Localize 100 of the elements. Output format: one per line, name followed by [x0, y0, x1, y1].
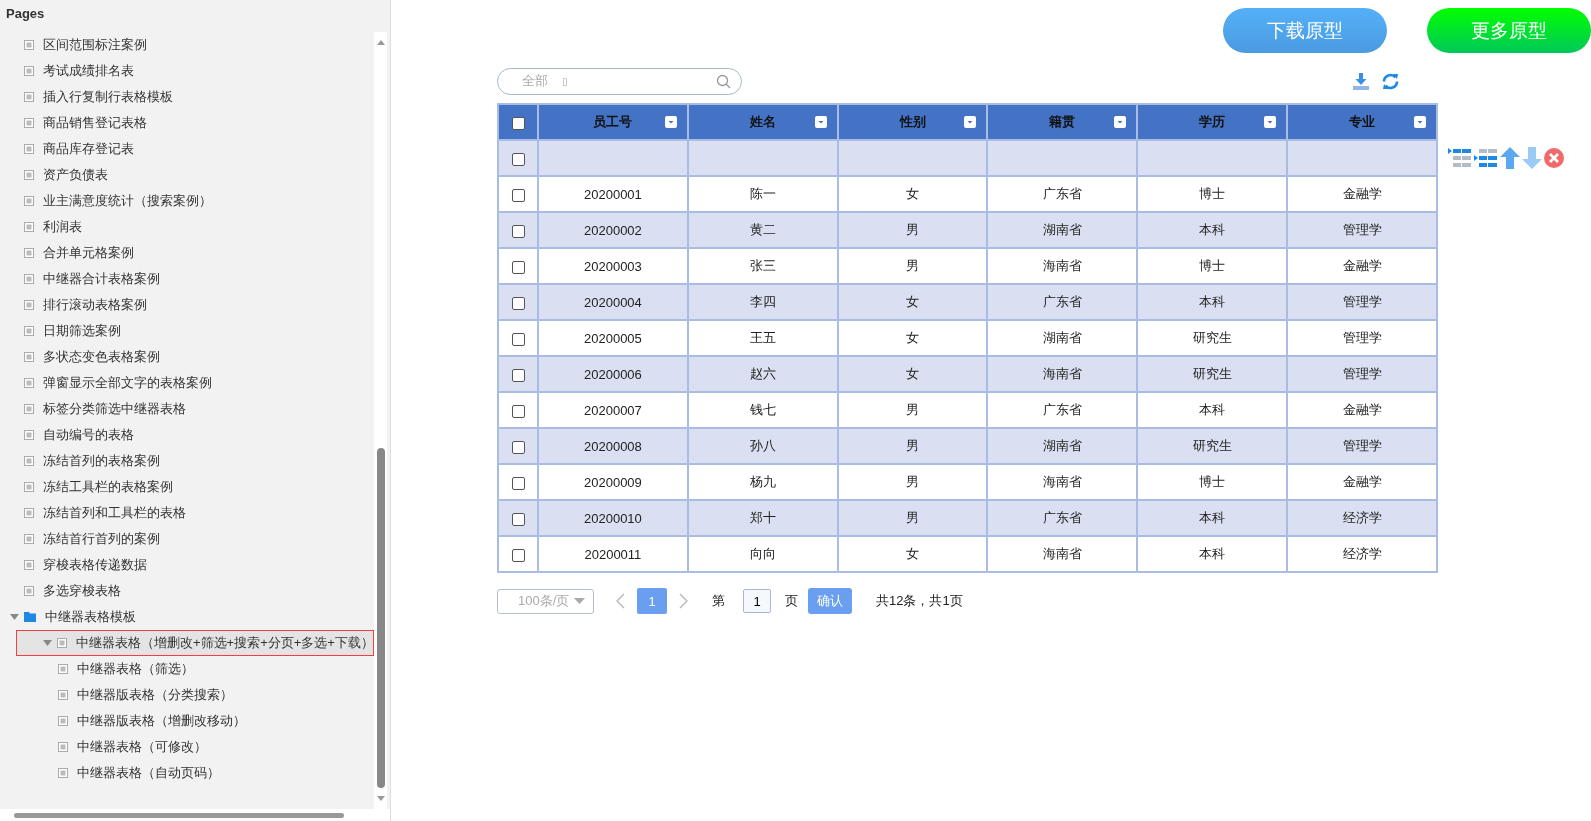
filter-cell[interactable]	[1137, 140, 1288, 176]
checkbox[interactable]	[511, 368, 525, 382]
filter-dropdown-icon[interactable]	[814, 116, 827, 128]
column-header[interactable]: 姓名	[687, 104, 838, 140]
tree-item[interactable]: 排行滚动表格案例	[0, 292, 374, 318]
refresh-icon[interactable]	[1381, 71, 1400, 91]
table-cell: 海南省	[987, 356, 1138, 392]
filter-dropdown-icon[interactable]	[1264, 116, 1277, 128]
filter-cell[interactable]	[1287, 140, 1437, 176]
checkbox[interactable]	[511, 260, 525, 274]
column-header[interactable]: 专业	[1287, 104, 1437, 140]
tree-item[interactable]: 中继器合计表格案例	[0, 266, 374, 292]
table-cell: 金融学	[1287, 176, 1437, 212]
table-cell: 男	[837, 392, 988, 428]
tree-item[interactable]: 插入行复制行表格模板	[0, 84, 374, 110]
checkbox[interactable]	[511, 512, 525, 526]
tree-item[interactable]: 冻结首列的表格案例	[0, 448, 374, 474]
table-cell: 湖南省	[987, 428, 1138, 464]
table-cell: 20200002	[538, 212, 688, 248]
scrollbar[interactable]	[374, 32, 387, 809]
arrow-up-icon[interactable]	[1500, 147, 1520, 169]
scroll-down-icon[interactable]	[376, 796, 385, 801]
filter-cell[interactable]	[538, 140, 688, 176]
insert-row-above-icon[interactable]	[1448, 148, 1472, 168]
table-cell: 研究生	[1137, 356, 1288, 392]
column-header[interactable]: 性别	[837, 104, 988, 140]
tree-item[interactable]: 标签分类筛选中继器表格	[0, 396, 374, 422]
table-cell: 王五	[687, 320, 838, 356]
column-header[interactable]: 学历	[1137, 104, 1288, 140]
page-icon	[24, 456, 34, 466]
scrollbar[interactable]	[0, 809, 390, 821]
filter-cell[interactable]	[837, 140, 988, 176]
page-icon	[24, 118, 34, 128]
page-icon	[24, 326, 34, 336]
tree-item[interactable]: 中继器版表格（分类搜索）	[0, 682, 374, 708]
search-icon[interactable]	[716, 73, 731, 89]
tree-item[interactable]: 穿梭表格传递数据	[0, 552, 374, 578]
page-icon	[58, 742, 68, 752]
tree-item[interactable]: 多选穿梭表格	[0, 578, 374, 604]
checkbox[interactable]	[511, 332, 525, 346]
table-cell: 经济学	[1287, 536, 1437, 572]
previous-page-icon[interactable]	[616, 593, 625, 609]
tree-item[interactable]: 资产负债表	[0, 162, 374, 188]
checkbox[interactable]	[511, 476, 525, 490]
tree-item[interactable]: 日期筛选案例	[0, 318, 374, 344]
column-header[interactable]: 籍贯	[987, 104, 1138, 140]
filter-dropdown-icon[interactable]	[1114, 116, 1127, 128]
scroll-up-icon[interactable]	[376, 40, 385, 45]
tree-item[interactable]: 中继器表格（自动页码）	[0, 760, 374, 786]
tree-item[interactable]: 自动编号的表格	[0, 422, 374, 448]
filter-cell[interactable]	[987, 140, 1138, 176]
table-cell: 向向	[687, 536, 838, 572]
table-cell: 本科	[1137, 536, 1288, 572]
filter-dropdown-icon[interactable]	[664, 116, 677, 128]
filter-dropdown-icon[interactable]	[964, 116, 977, 128]
folder-icon	[24, 612, 36, 622]
checkbox[interactable]	[511, 188, 525, 202]
checkbox[interactable]	[511, 152, 525, 166]
tree-item[interactable]: 中继器表格（可修改）	[0, 734, 374, 760]
filter-cell[interactable]	[687, 140, 838, 176]
tree-item[interactable]: 业主满意度统计（搜索案例）	[0, 188, 374, 214]
checkbox[interactable]	[511, 404, 525, 418]
tree-item[interactable]: 考试成绩排名表	[0, 58, 374, 84]
table-cell: 男	[837, 428, 988, 464]
tree-item[interactable]: 弹窗显示全部文字的表格案例	[0, 370, 374, 396]
tree-item[interactable]: 冻结工具栏的表格案例	[0, 474, 374, 500]
table-cell: 管理学	[1287, 284, 1437, 320]
tree-item[interactable]: 多状态变色表格案例	[0, 344, 374, 370]
page-summary: 共12条，共1页	[876, 592, 963, 610]
filter-dropdown-icon[interactable]	[1414, 116, 1426, 128]
table-cell: 20200006	[538, 356, 688, 392]
page-icon	[58, 768, 68, 778]
page-input[interactable]: 1	[743, 589, 771, 613]
table-cell: 广东省	[987, 392, 1138, 428]
column-header[interactable]: 员工号	[538, 104, 688, 140]
tree-item[interactable]: 冻结首列和工具栏的表格	[0, 500, 374, 526]
checkbox[interactable]	[511, 548, 525, 562]
tree-item[interactable]: 商品库存登记表	[0, 136, 374, 162]
tree-item[interactable]: 区间范围标注案例	[0, 32, 374, 58]
next-page-icon[interactable]	[679, 593, 688, 609]
insert-row-below-icon[interactable]	[1474, 148, 1498, 168]
table-cell: 20200010	[538, 500, 688, 536]
download-icon[interactable]	[1352, 72, 1370, 90]
tree-item[interactable]: 冻结首行首列的案例	[0, 526, 374, 552]
checkbox[interactable]	[511, 116, 525, 130]
tree-item[interactable]: 中继器表格（筛选）	[0, 656, 374, 682]
table-cell: 女	[837, 320, 988, 356]
tree-item[interactable]: 利润表	[0, 214, 374, 240]
checkbox[interactable]	[511, 224, 525, 238]
tree-item[interactable]: 合并单元格案例	[0, 240, 374, 266]
tree-item[interactable]: 中继器表格（增删改+筛选+搜索+分页+多选+下载）	[16, 630, 374, 656]
checkbox[interactable]	[511, 296, 525, 310]
table-cell: 博士	[1137, 464, 1288, 500]
tree-item[interactable]: 中继器版表格（增删改移动）	[0, 708, 374, 734]
checkbox[interactable]	[511, 440, 525, 454]
page-icon	[24, 352, 34, 362]
page-icon	[24, 66, 34, 76]
delete-icon[interactable]	[1544, 148, 1564, 168]
tree-item[interactable]: 商品销售登记表格	[0, 110, 374, 136]
tree-item[interactable]: 中继器表格模板	[0, 604, 374, 630]
